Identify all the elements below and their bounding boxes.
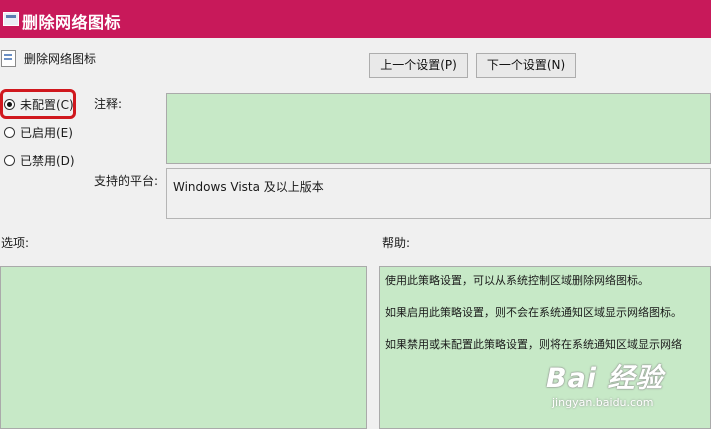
window-titlebar: 删除网络图标 xyxy=(0,0,711,38)
radio-not-configured-label: 未配置(C) xyxy=(20,97,74,112)
help-text-line: 使用此策略设置，可以从系统控制区域删除网络图标。 xyxy=(385,274,649,287)
radio-enabled[interactable]: 已启用(E) xyxy=(4,123,73,141)
radio-enabled-button[interactable] xyxy=(4,126,15,138)
radio-disabled-button[interactable] xyxy=(4,154,15,166)
radio-not-configured[interactable]: 未配置(C) xyxy=(4,95,74,113)
next-setting-button[interactable]: 下一个设置(N) xyxy=(476,53,576,78)
options-label: 选项: xyxy=(1,236,30,250)
policy-name: 删除网络图标 xyxy=(24,52,97,66)
comment-textarea[interactable] xyxy=(166,93,711,164)
comment-label: 注释: xyxy=(94,97,123,111)
options-panel xyxy=(0,266,367,429)
watermark-url: jingyan.baidu.com xyxy=(552,396,654,409)
baidu-jingyan-watermark: Bai 经验 jingyan.baidu.com xyxy=(540,354,710,416)
policy-setting-icon xyxy=(1,50,16,67)
radio-not-configured-button[interactable] xyxy=(4,98,15,110)
radio-disabled-label: 已禁用(D) xyxy=(20,153,75,168)
help-label: 帮助: xyxy=(382,236,411,250)
supported-platform-box: Windows Vista 及以上版本 xyxy=(166,168,711,219)
help-text-line: 如果启用此策略设置，则不会在系统通知区域显示网络图标。 xyxy=(385,306,682,319)
supported-platform-value: Windows Vista 及以上版本 xyxy=(173,180,324,194)
previous-setting-button[interactable]: 上一个设置(P) xyxy=(369,53,468,78)
radio-disabled[interactable]: 已禁用(D) xyxy=(4,151,75,169)
supported-platform-label: 支持的平台: xyxy=(94,174,159,188)
window-title: 删除网络图标 xyxy=(22,13,122,32)
policy-window-icon xyxy=(3,12,19,26)
watermark-brand: Bai 经验 xyxy=(546,363,664,394)
radio-enabled-label: 已启用(E) xyxy=(20,125,73,140)
help-text-line: 如果禁用或未配置此策略设置，则将在系统通知区域显示网络 xyxy=(385,338,682,351)
